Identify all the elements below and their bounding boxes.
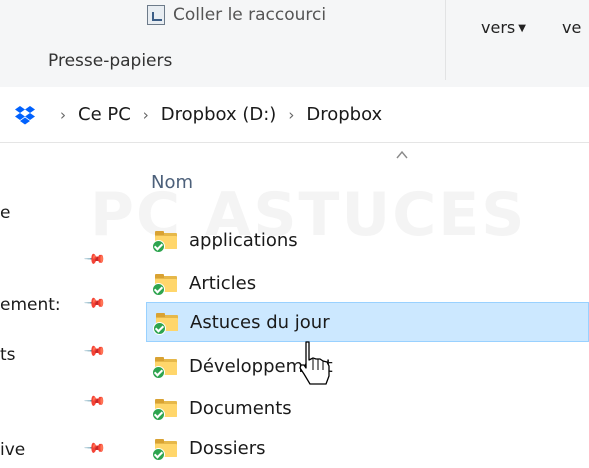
breadcrumb: › Ce PC › Dropbox (D:) › Dropbox <box>14 104 382 125</box>
column-header-name[interactable]: Nom <box>151 172 193 193</box>
move-to-button[interactable]: vers ▼ <box>481 18 526 37</box>
synced-folder-icon <box>152 274 177 296</box>
navigation-pane: e 📌 ement: 📌 ts 📌 📌 ive 📌 <box>0 143 140 460</box>
dropbox-icon <box>15 105 35 124</box>
chevron-right-icon: › <box>142 105 149 124</box>
synced-folder-icon <box>152 357 177 379</box>
file-row[interactable]: Développement <box>146 346 589 386</box>
nav-item-3[interactable]: ts <box>0 345 16 365</box>
nav-item-2[interactable]: ement: <box>0 295 61 315</box>
file-name: applications <box>189 229 298 251</box>
copy-to-button[interactable]: ve <box>562 18 581 37</box>
breadcrumb-dropbox-folder[interactable]: Dropbox <box>306 104 382 125</box>
file-name: Documents <box>189 397 292 419</box>
nav-item-4[interactable]: ive <box>0 440 25 460</box>
chevron-down-icon: ▼ <box>518 23 526 34</box>
pin-icon: 📌 <box>82 247 107 272</box>
file-row[interactable]: Articles <box>146 263 589 303</box>
pin-icon: 📌 <box>82 436 107 461</box>
copy-to-label: ve <box>562 18 582 37</box>
pin-icon: 📌 <box>82 291 107 316</box>
breadcrumb-dropbox-drive[interactable]: Dropbox (D:) <box>161 104 277 125</box>
ribbon: Coller le raccourci Presse-papiers vers ▼… <box>0 0 589 88</box>
synced-folder-icon <box>153 313 178 335</box>
file-row[interactable]: Dossiers <box>146 428 589 468</box>
coller-raccourci-button[interactable]: Coller le raccourci <box>147 5 326 25</box>
pin-icon: 📌 <box>82 389 107 414</box>
nav-item-1[interactable]: e <box>0 203 10 223</box>
file-name: Astuces du jour <box>190 311 330 333</box>
synced-folder-icon <box>152 231 177 253</box>
file-name: Dossiers <box>189 437 266 459</box>
chevron-right-icon: › <box>288 105 295 124</box>
move-to-label: vers <box>481 18 516 37</box>
synced-folder-icon <box>152 399 177 421</box>
coller-raccourci-label: Coller le raccourci <box>173 5 327 25</box>
file-row[interactable]: applications <box>146 220 589 260</box>
breadcrumb-ce-pc[interactable]: Ce PC <box>78 104 131 125</box>
file-row-selected[interactable]: Astuces du jour <box>146 302 589 342</box>
hand-cursor-icon <box>299 341 330 385</box>
presse-papiers-group-label: Presse-papiers <box>48 51 173 71</box>
pin-icon: 📌 <box>82 339 107 364</box>
sort-ascending-icon <box>396 150 408 159</box>
file-name: Articles <box>189 272 257 294</box>
synced-folder-icon <box>152 439 177 461</box>
ribbon-group-divider <box>445 0 446 80</box>
paste-shortcut-icon <box>147 5 165 25</box>
chevron-right-icon: › <box>60 105 66 124</box>
file-row[interactable]: Documents <box>146 388 589 428</box>
